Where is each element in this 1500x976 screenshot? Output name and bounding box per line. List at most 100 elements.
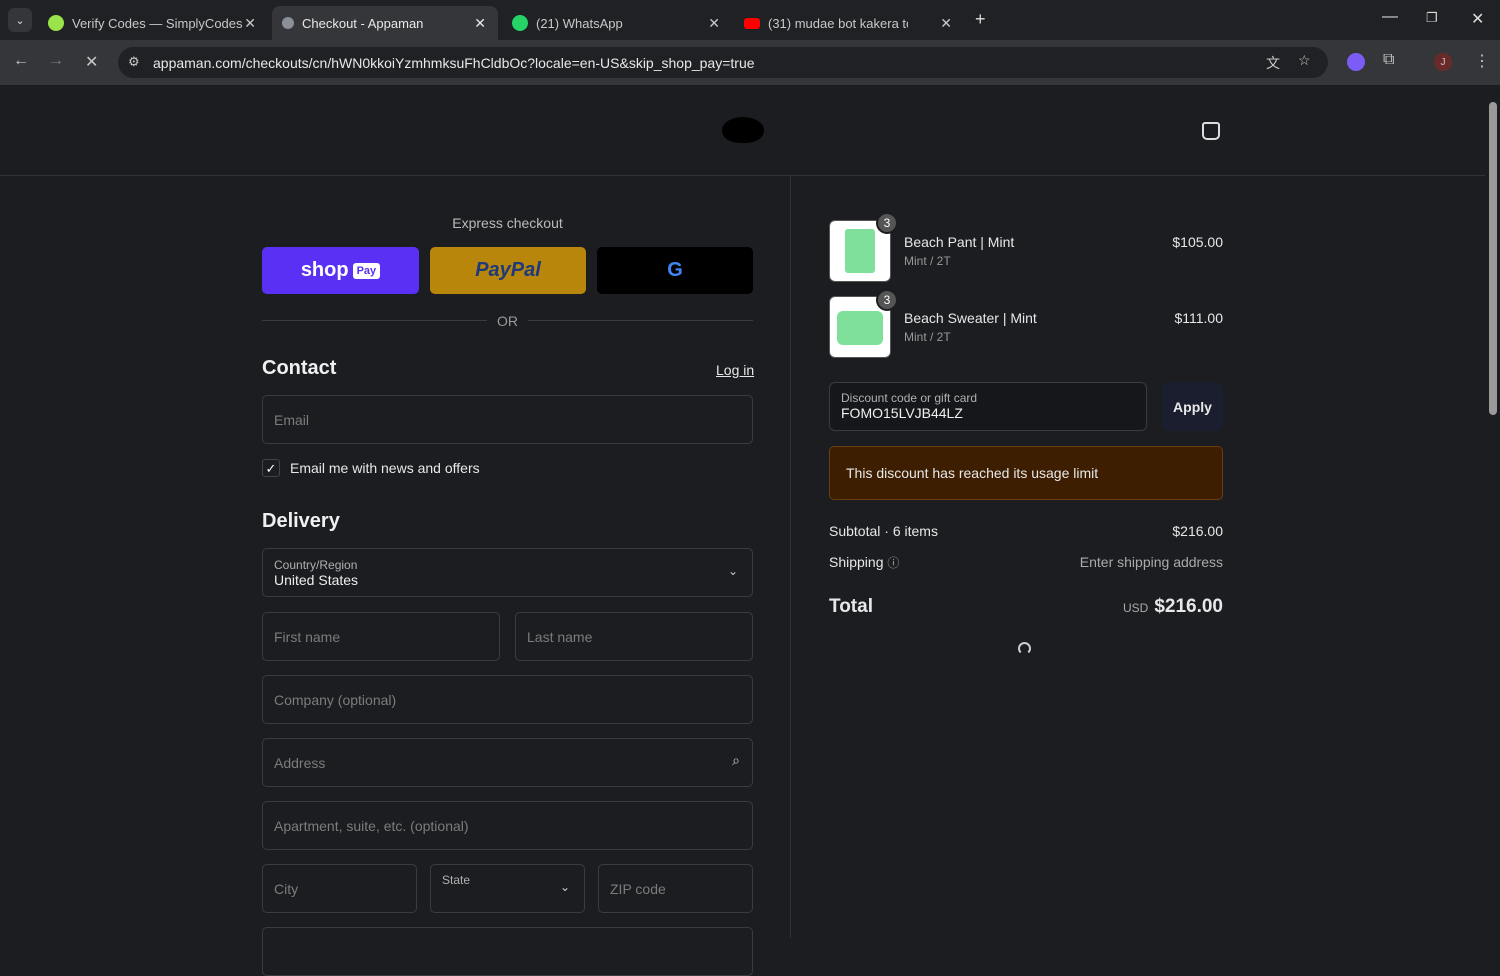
tab-simplycodes[interactable]: Verify Codes — SimplyCodes ✕ [38, 6, 268, 40]
item-name: Beach Pant | Mint [904, 234, 1015, 250]
placeholder: First name [274, 628, 341, 645]
subtotal-label: Subtotal · 6 items [829, 523, 938, 539]
item-name: Beach Sweater | Mint [904, 310, 1037, 326]
whatsapp-icon [512, 15, 528, 31]
shipping-row: Shipping ⓘ Enter shipping address [829, 554, 1223, 571]
extensions-puzzle-icon[interactable]: ⧉ [1383, 51, 1394, 69]
translate-icon[interactable]: 文 [1266, 53, 1280, 73]
tab-youtube[interactable]: (31) mudae bot kakera tow ✕ [734, 6, 964, 40]
address-bar[interactable]: ⚙ appaman.com/checkouts/cn/hWN0kkoiYzmhm… [118, 47, 1328, 78]
restore-button[interactable]: ❐ [1426, 10, 1438, 26]
google-pay-button[interactable]: G [597, 247, 753, 294]
company-input[interactable]: Company (optional) [262, 675, 753, 724]
city-input[interactable]: City [262, 864, 417, 913]
currency: USD [1122, 601, 1149, 615]
email-placeholder: Email [274, 411, 310, 428]
close-tab-icon[interactable]: ✕ [244, 15, 256, 32]
simplycodes-icon [48, 15, 64, 31]
shipping-value: Enter shipping address [1079, 554, 1223, 570]
tab-title: (31) mudae bot kakera tow [768, 15, 908, 31]
pay-label: Pay [352, 262, 381, 279]
close-tab-icon[interactable]: ✕ [940, 15, 952, 32]
stop-icon[interactable]: ✕ [85, 52, 98, 72]
extension-icon[interactable] [1347, 53, 1365, 71]
tab-title: Verify Codes — SimplyCodes [72, 15, 243, 31]
item-variant: Mint / 2T [904, 330, 951, 344]
shop-label: shop [300, 259, 349, 281]
placeholder: Last name [527, 628, 593, 645]
paypal-button[interactable]: PayPal [430, 247, 586, 294]
divider [528, 320, 753, 321]
close-window-button[interactable]: ✕ [1471, 9, 1484, 29]
email-input[interactable]: Email [262, 395, 753, 444]
quantity-badge: 3 [876, 289, 898, 311]
or-separator: OR [497, 313, 518, 329]
item-variant: Mint / 2T [904, 254, 951, 268]
profile-avatar[interactable]: J [1434, 53, 1452, 71]
express-checkout-title: Express checkout [452, 215, 563, 231]
placeholder: Address [274, 754, 326, 771]
bookmark-star-icon[interactable]: ☆ [1298, 52, 1311, 69]
state-select[interactable]: State ⌄ [430, 864, 585, 913]
zip-input[interactable]: ZIP code [598, 864, 753, 913]
minimize-button[interactable]: — [1382, 8, 1398, 26]
country-value: United States [274, 571, 359, 588]
back-icon[interactable]: ← [13, 52, 29, 70]
tab-checkout[interactable]: Checkout - Appaman ✕ [272, 6, 498, 40]
phone-input[interactable] [262, 927, 753, 976]
newsletter-checkbox[interactable]: ✓ [262, 459, 280, 477]
placeholder: Apartment, suite, etc. (optional) [274, 817, 469, 834]
placeholder: City [274, 880, 299, 897]
country-select[interactable]: Country/Region United States ⌄ [262, 548, 753, 597]
tab-strip: ⌄ Verify Codes — SimplyCodes ✕ Checkout -… [0, 0, 1500, 40]
login-link[interactable]: Log in [716, 362, 754, 378]
youtube-icon [744, 17, 760, 29]
url-text: appaman.com/checkouts/cn/hWN0kkoiYzmhmks… [153, 54, 755, 71]
subtotal-row: Subtotal · 6 items $216.00 [829, 523, 1223, 539]
divider [262, 320, 487, 321]
last-name-input[interactable]: Last name [515, 612, 753, 661]
loading-icon [282, 17, 294, 29]
total-value: $216.00 [1154, 596, 1223, 617]
total-row: Total USD $216.00 [829, 596, 1223, 618]
discount-input[interactable]: Discount code or gift card FOMO15LVJB44L… [829, 382, 1147, 431]
close-tab-icon[interactable]: ✕ [708, 15, 720, 32]
search-icon: ⌕ [732, 752, 740, 768]
chevron-down-icon: ⌄ [727, 564, 738, 578]
country-label: Country/Region [274, 557, 358, 572]
chevron-down-icon: ⌄ [559, 880, 570, 894]
delivery-heading: Delivery [262, 510, 340, 532]
discount-error-banner: This discount has reached its usage limi… [829, 446, 1223, 500]
placeholder: ZIP code [610, 880, 666, 897]
address-input[interactable]: Address ⌕ [262, 738, 753, 787]
cart-bag-icon[interactable] [1202, 122, 1220, 140]
scrollbar-thumb[interactable] [1489, 102, 1497, 415]
store-header [0, 85, 1485, 176]
tab-whatsapp[interactable]: (21) WhatsApp ✕ [502, 6, 732, 40]
new-tab-button[interactable]: + [975, 9, 986, 30]
column-divider [790, 176, 791, 938]
store-logo[interactable] [722, 117, 764, 143]
subtotal-value: $216.00 [1172, 523, 1223, 539]
tab-title: Checkout - Appaman [302, 15, 424, 31]
item-price: $111.00 [1174, 310, 1223, 326]
menu-icon[interactable]: ⋮ [1474, 51, 1490, 71]
discount-label: Discount code or gift card [841, 391, 978, 405]
first-name-input[interactable]: First name [262, 612, 500, 661]
apartment-input[interactable]: Apartment, suite, etc. (optional) [262, 801, 753, 850]
forward-icon[interactable]: → [48, 52, 64, 70]
apply-button[interactable]: Apply [1162, 382, 1223, 431]
quantity-badge: 3 [876, 212, 898, 234]
shipping-label: Shipping [829, 554, 884, 570]
site-info-icon[interactable]: ⚙ [128, 54, 140, 70]
state-label: State [442, 873, 471, 887]
close-tab-icon[interactable]: ✕ [474, 15, 486, 32]
help-icon[interactable]: ⓘ [887, 556, 899, 570]
placeholder: Company (optional) [274, 691, 397, 708]
newsletter-label: Email me with news and offers [290, 460, 480, 476]
contact-heading: Contact [262, 357, 337, 379]
shop-pay-button[interactable]: shop Pay [262, 247, 419, 294]
total-label: Total [829, 596, 873, 617]
tab-title: (21) WhatsApp [536, 15, 623, 31]
tab-search-button[interactable]: ⌄ [8, 8, 32, 32]
